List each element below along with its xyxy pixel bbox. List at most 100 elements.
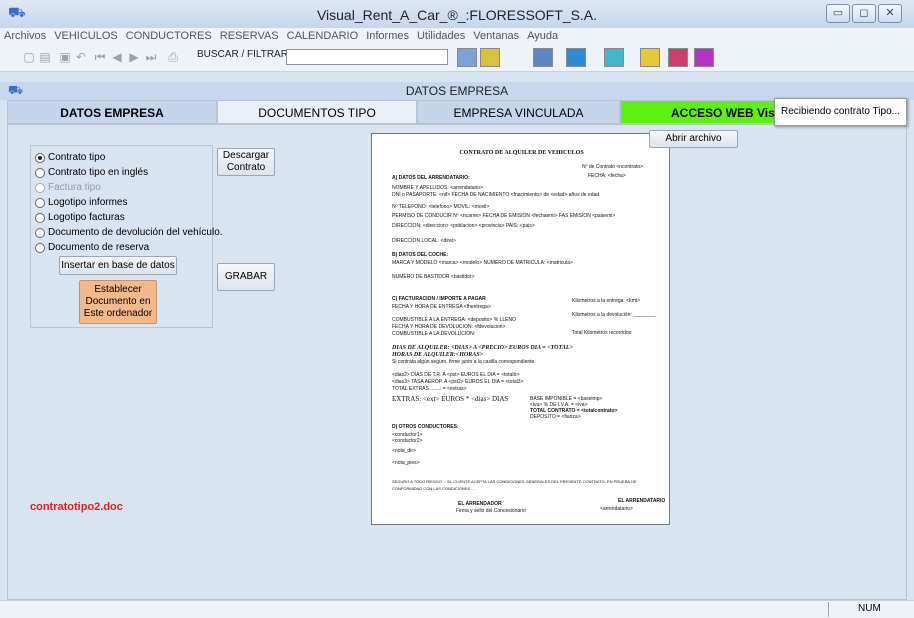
contract-line: COMBUSTIBLE A LA ENTREGA: <deposito> % L… bbox=[392, 317, 516, 323]
radio[interactable] bbox=[35, 197, 45, 208]
contract-line: COMBUSTIBLE A LA DEVOLUCION: bbox=[392, 331, 476, 337]
contract-line: DIAS DE ALQUILER: <DIAS> A <PRECIO> EURO… bbox=[392, 345, 573, 351]
toolbar: ▢ ▤ ▣ ↶ ⏮ ◀ ▶ ⏭ ⎙ BUSCAR / FILTRAR: bbox=[0, 46, 914, 72]
contract-line: Kilometros a la entrega: <kmt> bbox=[572, 298, 641, 304]
clear-filter-icon[interactable] bbox=[480, 48, 500, 67]
contract-line: DIRECCION: <direccion> <poblacion> <prov… bbox=[392, 223, 535, 229]
contract-line: Kilometros a la devolución: ________ bbox=[572, 312, 656, 318]
option-logotipo-facturas[interactable]: Logotipo facturas bbox=[35, 210, 125, 225]
status-tooltip: Recibiendo contrato Tipo... bbox=[774, 98, 907, 126]
contract-line: PERMISO DE CONDUCIR Nº <ncarne> FECHA DE… bbox=[392, 213, 616, 219]
option-documento-devolucion[interactable]: Documento de devolución del vehículo. bbox=[35, 225, 223, 240]
calendar-icon[interactable] bbox=[566, 48, 586, 67]
contract-preview: CONTRATO DE ALQUILER DE VEHICULOS Nº de … bbox=[371, 133, 670, 525]
grid-icon[interactable] bbox=[694, 48, 714, 67]
first-record-icon[interactable]: ⏮ bbox=[93, 50, 107, 64]
maximize-button[interactable]: ◻ bbox=[852, 4, 876, 23]
filter-icon[interactable] bbox=[457, 48, 477, 67]
signature-left: EL ARRENDADOR bbox=[458, 501, 502, 507]
save-button[interactable]: GRABAR bbox=[217, 263, 275, 291]
contract-line: DEPOSITO = <fianza> bbox=[530, 414, 581, 420]
contract-line: EXTRAS: <ext> EUROS * <dias> DIAS bbox=[392, 395, 509, 403]
users-icon[interactable] bbox=[640, 48, 660, 67]
option-documento-reserva[interactable]: Documento de reserva bbox=[35, 240, 149, 255]
signature-right-sub: <arrendatario> bbox=[600, 506, 633, 512]
contract-line: NUMERO DE BASTIDOR <bastidor> bbox=[392, 274, 475, 280]
contract-line: FECHA Y HORA DE ENTREGA <fhentrega> bbox=[392, 304, 491, 310]
radio[interactable] bbox=[35, 167, 45, 178]
web-icon[interactable] bbox=[668, 48, 688, 67]
contract-title: CONTRATO DE ALQUILER DE VEHICULOS bbox=[459, 150, 584, 156]
option-contrato-tipo[interactable]: Contrato tipo bbox=[35, 150, 105, 165]
contract-date: FECHA: <fecha> bbox=[588, 173, 626, 179]
menu-archivos[interactable]: Archivos bbox=[0, 28, 50, 42]
contract-line: Total Kilometros recorridos: bbox=[572, 330, 633, 336]
close-button[interactable]: ✕ bbox=[878, 4, 902, 23]
last-record-icon[interactable]: ⏭ bbox=[144, 50, 158, 64]
insert-database-button[interactable]: Insertar en base de datos bbox=[59, 256, 177, 275]
legal-text: SEGURO A TODO RIESGO ... EL CLIENTE ACEP… bbox=[392, 479, 637, 491]
status-divider bbox=[828, 602, 829, 617]
report-icon[interactable] bbox=[604, 48, 624, 67]
save-icon[interactable]: ▣ bbox=[58, 50, 72, 64]
radio[interactable] bbox=[35, 212, 45, 223]
section-a: A) DATOS DEL ARRENDATARIO: bbox=[392, 175, 470, 181]
num-lock-indicator: NUM bbox=[858, 603, 881, 614]
document-type-group: Contrato tipo Contrato tipo en inglés Fa… bbox=[30, 145, 223, 328]
menu-ventanas[interactable]: Ventanas bbox=[469, 28, 523, 42]
title-bar: ⛟ Visual_Rent_A_Car_®_:FLORESSOFT_S.A. ▭… bbox=[0, 0, 914, 28]
radio[interactable] bbox=[35, 242, 45, 253]
signature-right: EL ARRENDATARIO bbox=[618, 498, 666, 504]
option-logotipo-informes[interactable]: Logotipo informes bbox=[35, 195, 128, 210]
menu-vehiculos[interactable]: VEHICULOS bbox=[50, 28, 122, 42]
menu-conductores[interactable]: CONDUCTORES bbox=[122, 28, 216, 42]
contract-line: MARCA Y MODELO <marca> <modelo> NUMERO D… bbox=[392, 260, 573, 266]
contract-line: <conductor2> bbox=[392, 438, 423, 444]
next-record-icon[interactable]: ▶ bbox=[127, 50, 141, 64]
set-document-button[interactable]: Establecer Documento en Este ordenador bbox=[79, 280, 157, 324]
contract-line: Nº TELEFONO: <telefono> MOVIL: <movil> bbox=[392, 204, 490, 210]
tab-datos-empresa[interactable]: DATOS EMPRESA bbox=[7, 100, 217, 124]
search-input[interactable] bbox=[286, 49, 448, 65]
menu-calendario[interactable]: CALENDARIO bbox=[283, 28, 363, 42]
contract-line: <dias2> DIAS DE T.R. A <pst> EUROS EL DI… bbox=[392, 372, 520, 378]
edit-icon[interactable]: ▤ bbox=[38, 50, 52, 64]
contract-line: NOMBRE Y APELLIDOS: <arrendatario> bbox=[392, 185, 483, 191]
download-contract-button[interactable]: Descargar Contrato bbox=[217, 148, 275, 176]
radio[interactable] bbox=[35, 227, 45, 238]
chart-icon[interactable] bbox=[533, 48, 553, 67]
contract-line: DNI o PASAPORTE: <nif> FECHA DE NACIMIEN… bbox=[392, 192, 600, 198]
menu-reservas[interactable]: RESERVAS bbox=[216, 28, 283, 42]
contract-line: DIRECCION LOCAL: <direl> bbox=[392, 238, 456, 244]
radio-disabled bbox=[35, 182, 45, 193]
tab-bar: DATOS EMPRESA DOCUMENTOS TIPO EMPRESA VI… bbox=[7, 100, 907, 124]
menu-informes[interactable]: Informes bbox=[362, 28, 413, 42]
radio-selected[interactable] bbox=[35, 152, 45, 163]
prev-record-icon[interactable]: ◀ bbox=[110, 50, 124, 64]
contract-line: TOTAL EXTRAS......... = <extras> bbox=[392, 386, 467, 392]
signature-left-sub: Firma y sello del Concesionario bbox=[456, 508, 526, 514]
status-bar: NUM bbox=[0, 600, 914, 618]
contract-number: Nº de Contrato <ncontrato> bbox=[582, 164, 644, 170]
contract-line: Si contrata algún seguro, firme junto a … bbox=[392, 359, 536, 365]
option-contrato-ingles[interactable]: Contrato tipo en inglés bbox=[35, 165, 148, 180]
search-label: BUSCAR / FILTRAR: bbox=[197, 49, 291, 60]
document-filename: contratotipo2.doc bbox=[30, 501, 123, 513]
contract-line: <nota_pies> bbox=[392, 460, 420, 466]
print-icon[interactable]: ⎙ bbox=[166, 50, 180, 64]
new-doc-icon[interactable]: ▢ bbox=[22, 50, 36, 64]
undo-icon[interactable]: ↶ bbox=[74, 50, 88, 64]
menu-utilidades[interactable]: Utilidades bbox=[413, 28, 469, 42]
section-d: D) OTROS CONDUCTORES: bbox=[392, 424, 459, 430]
contract-line: <nota_dir> bbox=[392, 448, 416, 454]
contract-line: FECHA Y HORA DE DEVOLUCION: <fdevolucion… bbox=[392, 324, 506, 330]
tab-empresa-vinculada[interactable]: EMPRESA VINCULADA bbox=[417, 100, 620, 124]
option-factura-tipo: Factura tipo bbox=[35, 180, 101, 195]
tab-documentos-tipo[interactable]: DOCUMENTOS TIPO bbox=[217, 100, 417, 124]
menu-bar: Archivos VEHICULOS CONDUCTORES RESERVAS CALE… bbox=[0, 28, 914, 46]
open-file-button[interactable]: Abrir archivo bbox=[649, 130, 738, 148]
minimize-button[interactable]: ▭ bbox=[826, 4, 850, 23]
child-window-title: DATOS EMPRESA bbox=[405, 84, 509, 98]
menu-ayuda[interactable]: Ayuda bbox=[523, 28, 562, 42]
section-b: B) DATOS DEL COCHE: bbox=[392, 252, 449, 258]
